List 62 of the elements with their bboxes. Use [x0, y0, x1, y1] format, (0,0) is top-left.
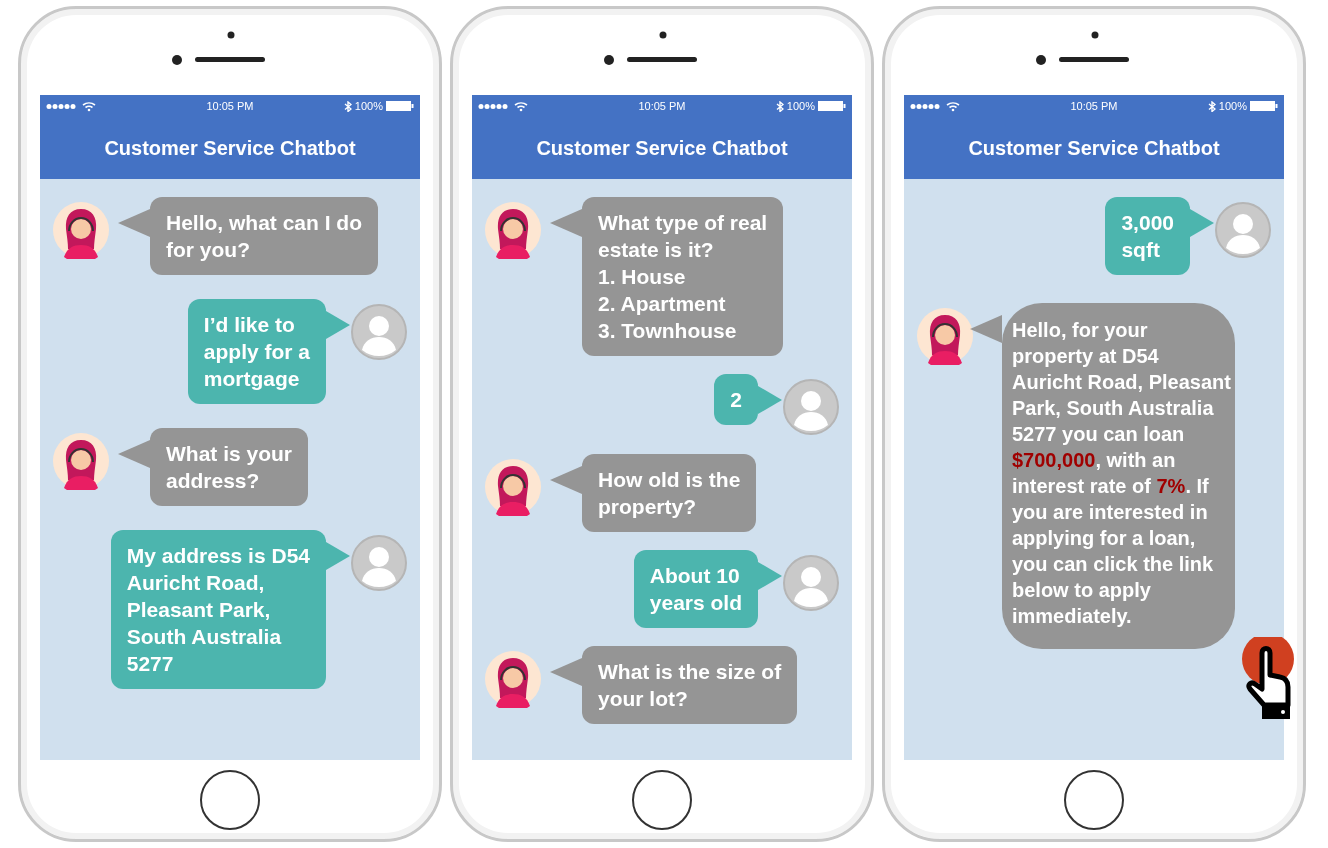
- agent-avatar-icon: [484, 458, 542, 516]
- speech-bubble-tail: [550, 658, 582, 686]
- speech-bubble-tail: [326, 311, 350, 339]
- user-avatar-icon: [782, 554, 840, 612]
- chat-bubble: Hello, for your property at D54 Auricht Road, Pleasant Park, South Australia 5277 you can loan $700,000, with an interest rate of 7%. If you are interested in applying for a loan, you can click the link below to apply immediately.: [1002, 303, 1235, 649]
- battery-icon: [1250, 101, 1278, 111]
- header-title: Customer Service Chatbot: [968, 136, 1220, 160]
- speech-bubble-tail: [550, 209, 582, 237]
- agent-avatar-icon: [916, 307, 974, 365]
- sensor-icon: [227, 31, 235, 39]
- camera-icon: [603, 54, 615, 66]
- speech-bubble-tail: [1190, 209, 1214, 237]
- chat-bubble: 3,000 sqft: [1105, 197, 1190, 275]
- speaker-icon: [1059, 56, 1129, 62]
- speaker-icon: [195, 56, 265, 62]
- speech-bubble-tail: [758, 562, 782, 590]
- bluetooth-icon: [1207, 100, 1216, 112]
- battery-icon: [818, 101, 846, 111]
- wifi-icon: [514, 100, 528, 112]
- chat-bubble: What type of real estate is it? 1. House 2. Apartment 3. Townhouse: [582, 197, 784, 356]
- battery-percent: 100%: [354, 100, 383, 112]
- header-title: Customer Service Chatbot: [536, 136, 788, 160]
- chat-bubble: I’d like to apply for a mortgage: [187, 299, 326, 404]
- camera-icon: [171, 54, 183, 66]
- status-time: 10:05 PM: [638, 100, 686, 112]
- speaker-icon: [627, 56, 697, 62]
- chat-bubble: What is your address?: [150, 428, 308, 506]
- chat-bubble: My address is D54 Auricht Road, Pleasant Park, South Australia 5277: [110, 530, 326, 689]
- user-avatar-icon: [1214, 201, 1272, 259]
- user-avatar-icon: [350, 534, 408, 592]
- bluetooth-icon: [343, 100, 352, 112]
- sensor-icon: [1091, 31, 1099, 39]
- sensor-icon: [659, 31, 667, 39]
- wifi-icon: [82, 100, 96, 112]
- agent-avatar-icon: [52, 201, 110, 259]
- battery-percent: 100%: [786, 100, 815, 112]
- agent-avatar-icon: [52, 432, 110, 490]
- agent-avatar-icon: [484, 201, 542, 259]
- speech-bubble-tail: [550, 466, 582, 494]
- chat-bubble: About 10 years old: [633, 550, 758, 628]
- chat-bubble: What is the size of your lot?: [582, 646, 798, 724]
- chat-bubble: How old is the property?: [582, 454, 757, 532]
- speech-bubble-tail: [758, 386, 782, 414]
- speech-bubble-tail: [326, 542, 350, 570]
- chat-bubble: Hello, what can I do for you?: [150, 197, 379, 275]
- header-title: Customer Service Chatbot: [104, 136, 356, 160]
- bluetooth-icon: [775, 100, 784, 112]
- status-time: 10:05 PM: [1070, 100, 1118, 112]
- agent-avatar-icon: [484, 650, 542, 708]
- signal-icon: [910, 102, 940, 110]
- signal-icon: [478, 102, 508, 110]
- user-avatar-icon: [350, 303, 408, 361]
- camera-icon: [1035, 54, 1047, 66]
- speech-bubble-tail: [970, 315, 1002, 343]
- wifi-icon: [946, 100, 960, 112]
- battery-icon: [386, 101, 414, 111]
- speech-bubble-tail: [118, 209, 150, 237]
- signal-icon: [46, 102, 76, 110]
- user-avatar-icon: [782, 378, 840, 436]
- speech-bubble-tail: [118, 440, 150, 468]
- battery-percent: 100%: [1218, 100, 1247, 112]
- status-time: 10:05 PM: [206, 100, 254, 112]
